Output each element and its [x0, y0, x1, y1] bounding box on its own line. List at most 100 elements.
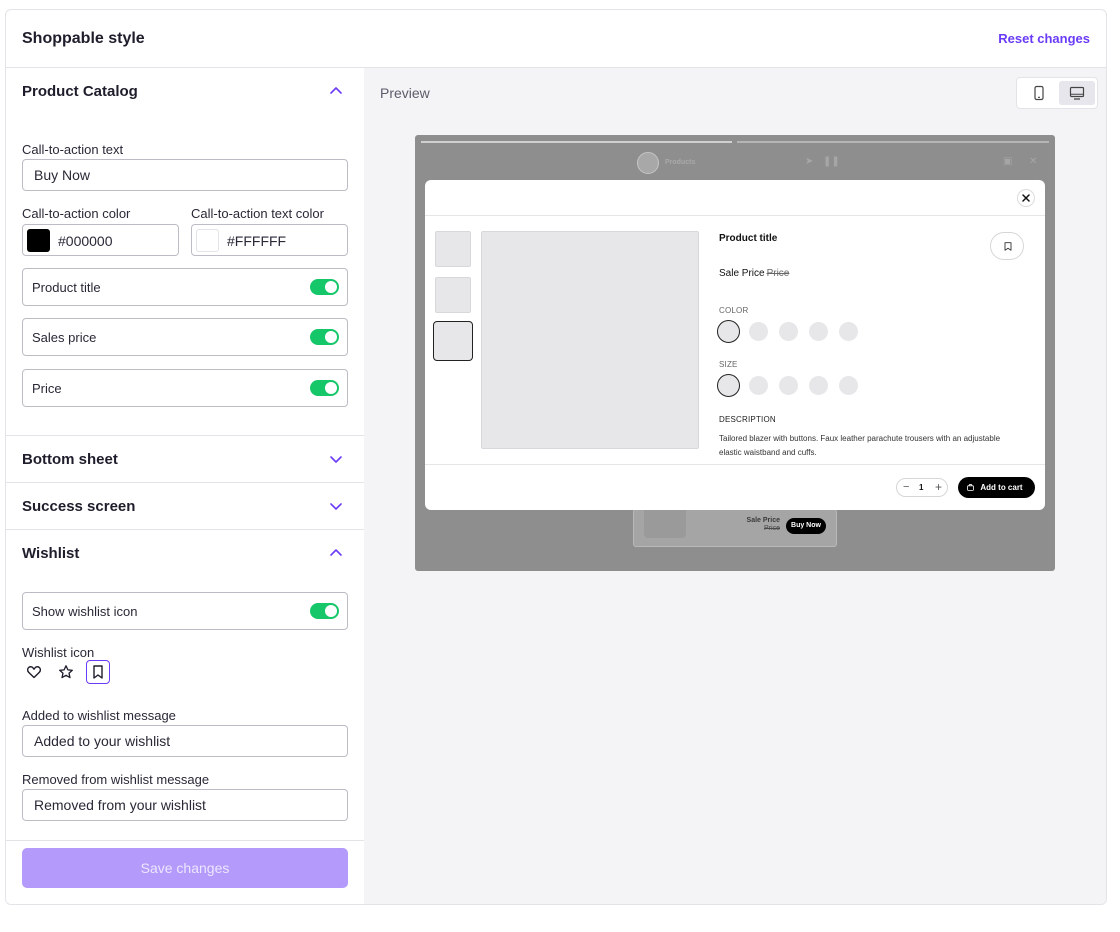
modal-old-price: Price — [766, 268, 790, 279]
section-title: Wishlist — [22, 545, 80, 562]
divider — [6, 840, 364, 841]
avatar — [637, 152, 659, 174]
added-message-label: Added to wishlist message — [22, 708, 176, 723]
cta-color-swatch[interactable] — [27, 229, 50, 252]
page-title: Shoppable style — [22, 30, 145, 47]
close-icon: ✕ — [1029, 156, 1038, 167]
wishlist-option-bookmark-icon[interactable] — [86, 660, 110, 684]
size-option-selected[interactable] — [717, 374, 740, 397]
gallery-thumbnail-selected[interactable] — [433, 321, 473, 361]
chevron-up-icon — [330, 549, 342, 556]
mobile-view-button[interactable] — [1021, 81, 1057, 105]
section-title: Success screen — [22, 498, 136, 515]
color-option[interactable] — [809, 322, 828, 341]
toggle-row-show-wishlist-icon: Show wishlist icon — [22, 592, 348, 630]
cta-color-label: Call-to-action color — [22, 206, 131, 221]
wishlist-option-heart-icon[interactable] — [22, 660, 46, 684]
cta-text-color-label: Call-to-action text color — [191, 206, 324, 221]
sales-price-toggle[interactable] — [310, 329, 339, 345]
toggle-row-price: Price — [22, 369, 348, 407]
product-image — [481, 231, 699, 449]
settings-sidebar: Product Catalog Call-to-action text Buy … — [6, 68, 364, 904]
gallery-thumbnail[interactable] — [435, 277, 471, 313]
add-to-cart-button[interactable]: Add to cart — [958, 477, 1035, 498]
section-product-catalog[interactable]: Product Catalog — [6, 68, 364, 114]
cta-color-field[interactable]: #000000 — [22, 224, 179, 256]
bookmark-icon — [93, 665, 103, 679]
products-label: Products — [665, 159, 696, 166]
section-success-screen[interactable]: Success screen — [6, 482, 364, 528]
header-bar: Shoppable style Reset changes — [6, 10, 1106, 68]
heart-icon — [26, 666, 42, 679]
quantity-decrease-button[interactable]: − — [903, 481, 909, 493]
cta-text-color-swatch[interactable] — [196, 229, 219, 252]
color-option[interactable] — [779, 322, 798, 341]
product-thumbnail — [644, 510, 686, 538]
wishlist-option-star-icon[interactable] — [54, 660, 78, 684]
reset-changes-link[interactable]: Reset changes — [998, 31, 1090, 46]
size-option[interactable] — [749, 376, 768, 395]
card-price: Price — [764, 525, 780, 532]
color-option[interactable] — [839, 322, 858, 341]
modal-footer-divider — [425, 464, 1045, 465]
modal-close-button[interactable] — [1017, 189, 1035, 207]
removed-message-label: Removed from wishlist message — [22, 772, 210, 787]
cta-text-color-hex: #FFFFFF — [227, 233, 287, 249]
add-to-cart-label: Add to cart — [980, 483, 1023, 492]
wishlist-icon-label: Wishlist icon — [22, 645, 95, 660]
close-icon — [1022, 194, 1030, 202]
story-progress-filled — [421, 141, 732, 143]
size-option[interactable] — [779, 376, 798, 395]
cta-color-hex: #000000 — [58, 233, 113, 249]
save-changes-button[interactable]: Save changes — [22, 848, 348, 888]
toggle-knob — [325, 605, 337, 617]
desktop-view-button[interactable] — [1059, 81, 1095, 105]
section-title: Product Catalog — [22, 83, 138, 100]
cta-text-input[interactable]: Buy Now — [22, 159, 348, 191]
price-toggle[interactable] — [310, 380, 339, 396]
modal-product-title: Product title — [719, 233, 778, 244]
size-option[interactable] — [839, 376, 858, 395]
toggle-knob — [325, 281, 337, 293]
chevron-down-icon — [330, 456, 342, 463]
cta-text-color-field[interactable]: #FFFFFF — [191, 224, 348, 256]
wishlist-button[interactable] — [990, 232, 1024, 260]
toggle-row-product-title: Product title — [22, 268, 348, 306]
toggle-label: Show wishlist icon — [32, 604, 138, 619]
modal-header — [425, 180, 1045, 216]
description-label: DESCRIPTION — [719, 415, 776, 424]
toggle-row-sales-price: Sales price — [22, 318, 348, 356]
toggle-label: Price — [32, 381, 62, 396]
color-label: COLOR — [719, 306, 749, 315]
cta-text-label: Call-to-action text — [22, 142, 124, 157]
quantity-value: 1 — [919, 483, 924, 492]
star-icon — [59, 665, 73, 679]
product-title-toggle[interactable] — [310, 279, 339, 295]
modal-price-line: Sale Price Price — [719, 268, 789, 279]
story-progress — [737, 141, 1049, 143]
added-message-input[interactable]: Added to your wishlist — [22, 725, 348, 757]
preview-panel: Preview Products ➤ ❚❚ ▣ ✕ Sale Price Pri… — [364, 68, 1106, 904]
chevron-down-icon — [330, 503, 342, 510]
quantity-increase-button[interactable]: + — [935, 480, 942, 494]
toggle-knob — [325, 331, 337, 343]
bag-icon — [967, 484, 974, 491]
section-wishlist[interactable]: Wishlist — [6, 529, 364, 575]
shoppable-style-panel: Shoppable style Reset changes Product Ca… — [5, 9, 1107, 905]
pause-icon: ❚❚ — [823, 156, 840, 167]
show-wishlist-icon-toggle[interactable] — [310, 603, 339, 619]
color-option-selected[interactable] — [717, 320, 740, 343]
preview-stage: Products ➤ ❚❚ ▣ ✕ Sale Price Price Buy N… — [415, 135, 1055, 571]
color-option[interactable] — [749, 322, 768, 341]
send-icon: ➤ — [805, 156, 814, 167]
section-bottom-sheet[interactable]: Bottom sheet — [6, 435, 364, 481]
card-sale-price: Sale Price — [746, 517, 780, 524]
gallery-thumbnail[interactable] — [435, 231, 471, 267]
bookmark-icon — [1004, 242, 1012, 251]
removed-message-input[interactable]: Removed from your wishlist — [22, 789, 348, 821]
toggle-knob — [325, 382, 337, 394]
size-option[interactable] — [809, 376, 828, 395]
size-label: SIZE — [719, 360, 738, 369]
product-card: Sale Price Price Buy Now — [633, 509, 837, 547]
preview-label: Preview — [380, 85, 430, 101]
